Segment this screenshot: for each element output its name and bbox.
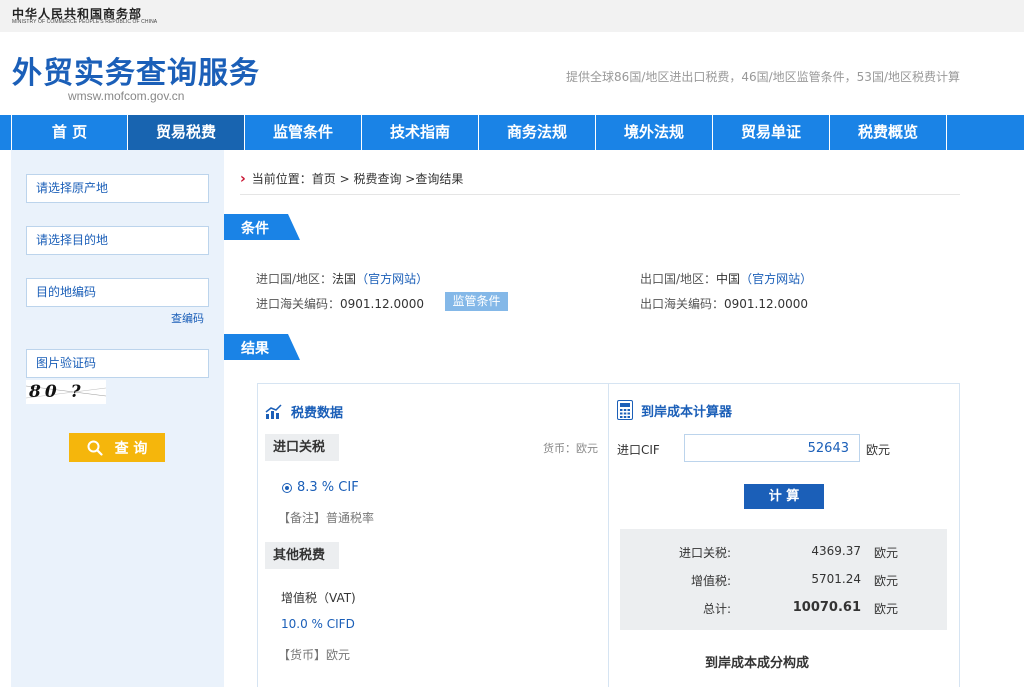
nav-item-tax-overview[interactable]: 税费概览: [830, 115, 947, 150]
breadcrumb-divider: [240, 194, 960, 195]
query-sidebar: 请选择原产地 请选择目的地 目的地编码 查编码 图片验证码 80 ? 8 查 询: [11, 150, 224, 687]
import-code-line: 进口海关编码：0901.12.0000: [256, 295, 424, 312]
results-divider: [608, 384, 609, 687]
result-label: 进口关税:: [678, 546, 731, 560]
captcha-image[interactable]: 80 ? 8: [26, 380, 106, 404]
cif-unit: 欧元: [866, 443, 891, 457]
calculator-title: 到岸成本计算器: [641, 404, 733, 420]
tax-data-title: 税费数据: [291, 406, 344, 421]
vat-rate: 10.0 % CIFD: [281, 617, 355, 631]
result-unit: 欧元: [874, 546, 899, 560]
nav-item-trade-docs[interactable]: 贸易单证: [713, 115, 830, 150]
export-code-label: 出口海关编码：: [640, 297, 725, 311]
import-duty-header: 进口关税: [265, 434, 339, 461]
import-country-line: 进口国/地区：法国（官方网站）: [256, 270, 428, 287]
destination-select[interactable]: 请选择目的地: [26, 226, 209, 255]
results-section-tab: 结果: [224, 334, 300, 360]
cif-input[interactable]: [684, 434, 860, 462]
cif-label: 进口CIF: [617, 443, 660, 457]
conditions-section-tab: 条件: [224, 214, 300, 240]
vat-currency: 【货币】欧元: [278, 648, 351, 662]
nav-item-trade-tax[interactable]: 贸易税费: [128, 115, 245, 150]
ministry-bar: 中华人民共和国商务部 MINISTRY OF COMMERCE PEOPLE'S…: [0, 0, 1024, 32]
import-code-value: 0901.12.0000: [340, 297, 424, 311]
cost-composition-title: 到岸成本成分构成: [705, 656, 810, 671]
results-section-label: 结果: [241, 341, 269, 357]
result-value: 5701.24: [811, 572, 861, 586]
export-code-value: 0901.12.0000: [724, 297, 808, 311]
vat-label: 增值税（VAT): [281, 591, 356, 605]
export-country-line: 出口国/地区：中国（官方网站）: [640, 270, 812, 287]
import-country-label: 进口国/地区：: [256, 272, 333, 286]
calculator-header: 到岸成本计算器: [617, 400, 732, 420]
currency-note: 货币：欧元: [543, 442, 598, 455]
site-url: wmsw.mofcom.gov.cn: [68, 89, 185, 103]
import-duty-rate-option[interactable]: 8.3 % CIF: [282, 480, 359, 495]
destination-code-input[interactable]: 目的地编码: [26, 278, 209, 307]
search-button[interactable]: 查 询: [69, 433, 165, 462]
import-official-site-link[interactable]: （官方网站）: [356, 272, 428, 286]
captcha-text: 80 ? 8: [29, 382, 85, 404]
chevron-right-icon: ›: [240, 170, 246, 187]
nav-item-foreign-law[interactable]: 境外法规: [596, 115, 713, 150]
import-duty-rate: 8.3 % CIF: [297, 480, 359, 495]
nav-item-tech-guide[interactable]: 技术指南: [362, 115, 479, 150]
site-tagline: 提供全球86国/地区进出口税费，46国/地区监管条件，53国/地区税费计算: [566, 70, 960, 84]
code-lookup-link[interactable]: 查编码: [171, 310, 204, 326]
search-button-label: 查 询: [114, 440, 148, 457]
nav-item-home[interactable]: 首 页: [11, 115, 128, 150]
result-unit: 欧元: [874, 602, 899, 616]
radio-selected-icon[interactable]: [282, 482, 292, 493]
result-row-total: 总计: 10070.61 欧元: [620, 600, 947, 620]
export-country-label: 出口国/地区：: [640, 272, 717, 286]
search-icon: [87, 440, 103, 456]
conditions-section-label: 条件: [241, 221, 269, 237]
result-value: 10070.61: [792, 600, 861, 615]
supervision-conditions-button[interactable]: 监管条件: [445, 292, 508, 311]
tax-data-header: 税费数据: [265, 402, 343, 421]
import-duty-remark: 【备注】普通税率: [278, 511, 375, 525]
origin-select[interactable]: 请选择原产地: [26, 174, 209, 203]
main-nav: 首 页 贸易税费 监管条件 技术指南 商务法规 境外法规 贸易单证 税费概览: [0, 115, 1024, 150]
other-taxes-header: 其他税费: [265, 542, 339, 569]
calculate-button[interactable]: 计 算: [744, 484, 824, 509]
result-unit: 欧元: [874, 574, 899, 588]
result-label: 总计:: [702, 602, 731, 616]
export-official-site-link[interactable]: （官方网站）: [740, 272, 812, 286]
export-code-line: 出口海关编码：0901.12.0000: [640, 295, 808, 312]
result-label: 增值税:: [690, 574, 731, 588]
site-title[interactable]: 外贸实务查询服务: [12, 48, 260, 92]
nav-item-supervision[interactable]: 监管条件: [245, 115, 362, 150]
result-value: 4369.37: [811, 544, 861, 558]
chart-icon: [265, 403, 282, 419]
result-row-vat: 增值税: 5701.24 欧元: [620, 572, 947, 592]
captcha-input[interactable]: 图片验证码: [26, 349, 209, 378]
calculator-icon: [617, 400, 633, 420]
calculation-results: 进口关税: 4369.37 欧元 增值税: 5701.24 欧元 总计: 100…: [620, 529, 947, 630]
result-row-import-duty: 进口关税: 4369.37 欧元: [620, 544, 947, 564]
import-country-value: 法国: [332, 272, 357, 286]
import-code-label: 进口海关编码：: [256, 297, 341, 311]
nav-item-commerce-law[interactable]: 商务法规: [479, 115, 596, 150]
export-country-value: 中国: [716, 272, 741, 286]
breadcrumb-text: 当前位置：首页 > 税费查询 >查询结果: [251, 172, 464, 186]
breadcrumb: › 当前位置：首页 > 税费查询 >查询结果: [240, 170, 463, 187]
ministry-name-en: MINISTRY OF COMMERCE PEOPLE'S REPUBLIC O…: [12, 19, 158, 25]
